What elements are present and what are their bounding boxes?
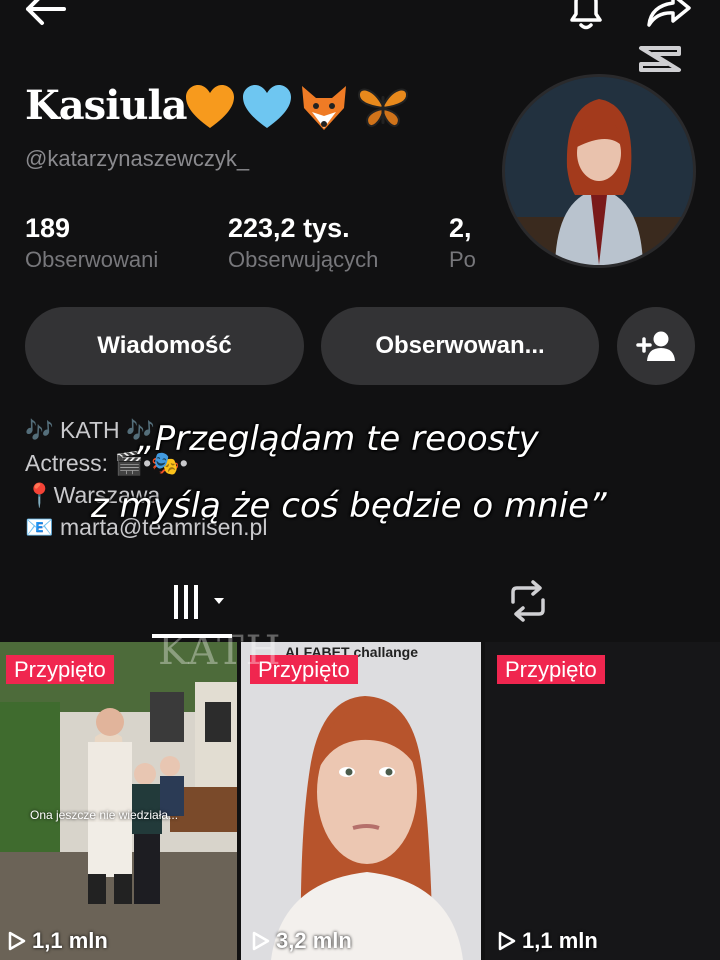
display-name: Kasiula	[25, 82, 188, 129]
followers-count: 223,2 tys.	[228, 213, 350, 243]
bell-icon[interactable]	[564, 0, 608, 32]
following-count: 189	[25, 213, 71, 243]
play-icon	[252, 931, 270, 951]
add-friend-button[interactable]	[617, 307, 695, 385]
overlay-caption-line-1: „Przeglądam te reoosty	[137, 419, 539, 459]
butterfly-icon	[357, 88, 409, 128]
pinned-badge: Przypięto	[6, 655, 114, 684]
likes-count: 2,	[449, 213, 472, 243]
share-icon[interactable]	[645, 0, 693, 30]
video-thumbnail-image	[241, 642, 481, 960]
following-button[interactable]: Obserwowan...	[321, 307, 599, 385]
username: @katarzynaszewczyk_	[25, 146, 250, 171]
likes-label: Po	[449, 247, 476, 272]
view-count: 1,1 mln	[498, 928, 598, 954]
grid-icon	[174, 585, 224, 619]
watermark-text: KATH	[158, 628, 283, 674]
play-icon	[498, 931, 516, 951]
video-caption-overlay: Ona jeszcze nie wiedziała...	[30, 808, 179, 822]
repost-icon	[511, 580, 545, 622]
play-icon	[8, 931, 26, 951]
capcut-logo-icon	[639, 46, 681, 72]
tab-reposts[interactable]	[505, 580, 551, 622]
overlay-caption-line-2: z myślą że coś będzie o mnie”	[91, 486, 607, 526]
view-count-value: 1,1 mln	[32, 928, 108, 953]
video-thumbnail-image	[0, 642, 237, 960]
pinned-badge: Przypięto	[497, 655, 605, 684]
view-count: 3,2 mln	[252, 928, 352, 954]
view-count: 1,1 mln	[8, 928, 108, 954]
avatar[interactable]	[505, 77, 693, 265]
back-arrow-icon[interactable]	[22, 0, 68, 26]
bio-line-1: 🎶 KATH 🎶	[25, 417, 155, 443]
orange-heart-icon	[186, 85, 234, 128]
tab-videos[interactable]	[170, 582, 230, 622]
light-blue-heart-icon	[243, 85, 291, 128]
video-thumbnail[interactable]: ALFABET challange Przypięto 3,2 mln	[241, 642, 481, 960]
followers-label: Obserwujących	[228, 247, 379, 272]
following-label: Obserwowani	[25, 247, 159, 272]
view-count-value: 3,2 mln	[276, 928, 352, 953]
fox-icon	[302, 86, 346, 130]
video-thumbnail[interactable]: Ona jeszcze nie wiedziała... Przypięto 1…	[0, 642, 237, 960]
message-button[interactable]: Wiadomość	[25, 307, 304, 385]
video-thumbnail[interactable]: Przypięto 1,1 mln	[485, 642, 720, 960]
view-count-value: 1,1 mln	[522, 928, 598, 953]
add-user-icon	[636, 331, 675, 361]
avatar-photo	[505, 77, 693, 265]
